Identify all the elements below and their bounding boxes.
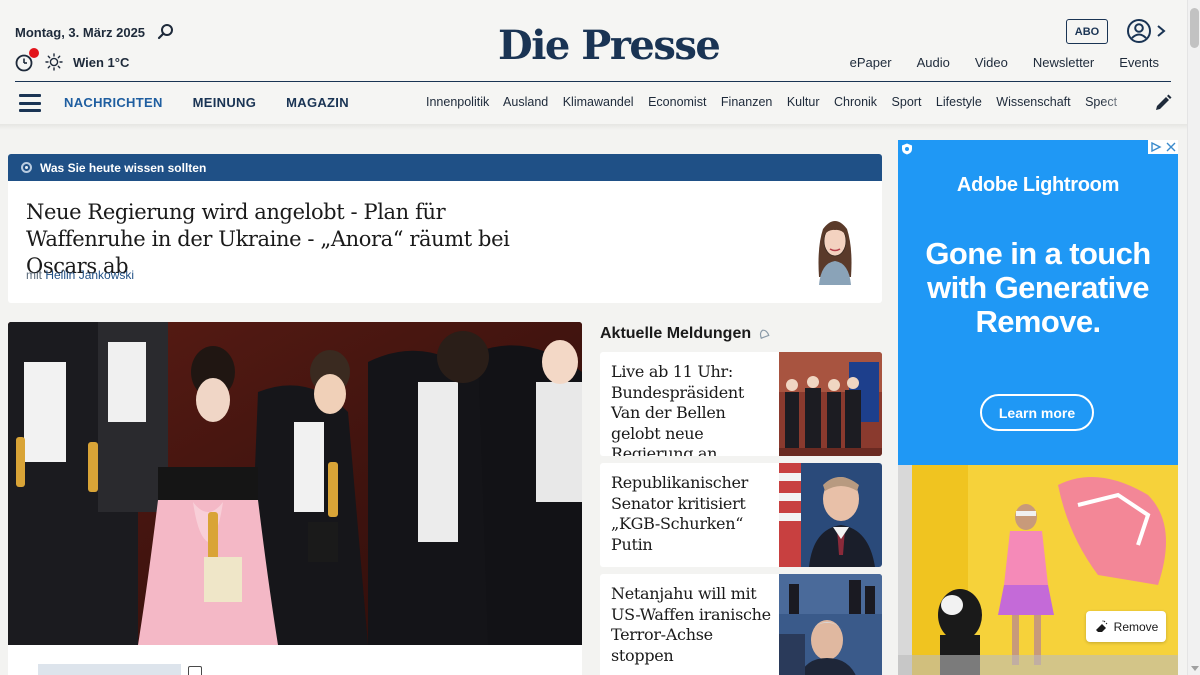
ad-badge-icon[interactable] (901, 143, 913, 155)
notification-dot (29, 48, 39, 58)
header-shadow (0, 124, 1187, 130)
eraser-icon (1095, 620, 1108, 632)
news-heading: Aktuelle Meldungen (600, 325, 771, 343)
advertisement[interactable]: Adobe Lightroom Gone in a touch with Gen… (898, 140, 1178, 675)
news-thumb-2 (779, 463, 882, 567)
topic-finanzen[interactable]: Finanzen (721, 95, 772, 109)
bookmark-checkbox[interactable] (188, 666, 202, 675)
ad-remove-button[interactable]: Remove (1086, 611, 1166, 642)
news-item-2[interactable]: Republikanischer Senator kritisiert „KGB… (600, 463, 882, 567)
news-item-title[interactable]: Live ab 11 Uhr: Bundespräsident Van der … (611, 362, 771, 456)
link-epaper[interactable]: ePaper (850, 55, 892, 70)
briefing-card[interactable]: Neue Regierung wird angelobt - Plan für … (8, 181, 882, 303)
link-video[interactable]: Video (975, 55, 1008, 70)
hero-caption-area (8, 645, 582, 675)
news-item-1[interactable]: Live ab 11 Uhr: Bundespräsident Van der … (600, 352, 882, 456)
site-logo[interactable]: Die Presse (498, 22, 721, 69)
scroll-down-arrow[interactable] (1191, 666, 1199, 671)
link-audio[interactable]: Audio (917, 55, 950, 70)
author-prefix: mit (26, 268, 42, 282)
hero-tag (38, 664, 181, 675)
news-item-title[interactable]: Republikanischer Senator kritisiert „KGB… (611, 473, 771, 555)
adchoices-icon[interactable] (1150, 142, 1162, 152)
topic-nav: Innenpolitik Ausland Klimawandel Economi… (426, 95, 1136, 109)
news-thumb-1 (779, 352, 882, 456)
sun-icon (45, 53, 63, 71)
nav-meinung[interactable]: MEINUNG (193, 95, 257, 110)
nav-fade (1100, 90, 1140, 116)
date-row: Montag, 3. März 2025 (15, 23, 175, 41)
news-item-3[interactable]: Netanjahu will mit US-Waffen iranische T… (600, 574, 882, 675)
bell-icon[interactable] (757, 327, 771, 341)
topic-sport[interactable]: Sport (892, 95, 922, 109)
ad-learn-more-button[interactable]: Learn more (980, 394, 1094, 431)
ad-remove-label: Remove (1113, 619, 1159, 634)
link-events[interactable]: Events (1119, 55, 1159, 70)
page-scrollbar[interactable] (1187, 0, 1200, 675)
news-item-title[interactable]: Netanjahu will mit US-Waffen iranische T… (611, 584, 771, 666)
topic-klimawandel[interactable]: Klimawandel (563, 95, 634, 109)
oscars-photo (8, 322, 582, 645)
account-menu[interactable] (1126, 18, 1166, 44)
nav-magazin[interactable]: MAGAZIN (286, 95, 349, 110)
news-clock-icon[interactable] (15, 48, 39, 72)
author-name[interactable]: Hellin Jankowski (45, 268, 134, 282)
ad-choices[interactable] (1148, 140, 1178, 154)
briefing-bar[interactable]: Was Sie heute wissen sollten (8, 154, 882, 181)
top-links: ePaper Audio Video Newsletter Events (850, 55, 1159, 70)
topic-chronik[interactable]: Chronik (834, 95, 877, 109)
weather-row: Wien 1°C (15, 48, 129, 72)
briefing-author: mit Hellin Jankowski (26, 268, 134, 282)
main-navigation: NACHRICHTEN MEINUNG MAGAZIN Innenpolitik… (0, 82, 1187, 124)
chevron-right-icon[interactable] (1156, 24, 1166, 38)
briefing-label: Was Sie heute wissen sollten (40, 160, 207, 175)
author-avatar (818, 221, 852, 285)
site-header: Montag, 3. März 2025 Wien 1°C Die Presse… (0, 0, 1187, 124)
current-date: Montag, 3. März 2025 (15, 24, 146, 40)
news-thumb-3 (779, 574, 882, 675)
abo-button[interactable]: ABO (1066, 19, 1108, 44)
news-heading-text: Aktuelle Meldungen (600, 325, 752, 342)
topic-innenpolitik[interactable]: Innenpolitik (426, 95, 489, 109)
section-nav: NACHRICHTEN MEINUNG MAGAZIN (64, 95, 349, 110)
ad-brand: Adobe Lightroom (898, 174, 1178, 197)
hero-image[interactable] (8, 322, 582, 645)
ad-brand-product: Lightroom (1022, 174, 1120, 196)
ad-headline: Gone in a touch with Generative Remove. (925, 236, 1151, 339)
ad-brand-bold: Adobe (956, 174, 1018, 196)
ad-close-icon[interactable] (1166, 142, 1176, 152)
menu-icon[interactable] (19, 94, 41, 112)
topic-kultur[interactable]: Kultur (787, 95, 820, 109)
topic-economist[interactable]: Economist (648, 95, 706, 109)
weather-text[interactable]: Wien 1°C (73, 55, 129, 70)
live-dot-icon (21, 162, 32, 173)
topic-lifestyle[interactable]: Lifestyle (936, 95, 982, 109)
link-newsletter[interactable]: Newsletter (1033, 55, 1094, 70)
search-icon[interactable] (157, 23, 175, 41)
pencil-icon[interactable] (1153, 93, 1173, 113)
topic-ausland[interactable]: Ausland (503, 95, 548, 109)
topic-wissenschaft[interactable]: Wissenschaft (996, 95, 1070, 109)
nav-nachrichten[interactable]: NACHRICHTEN (64, 95, 163, 110)
scroll-thumb[interactable] (1190, 8, 1199, 48)
user-icon[interactable] (1126, 18, 1152, 44)
ad-photo (898, 465, 1178, 675)
